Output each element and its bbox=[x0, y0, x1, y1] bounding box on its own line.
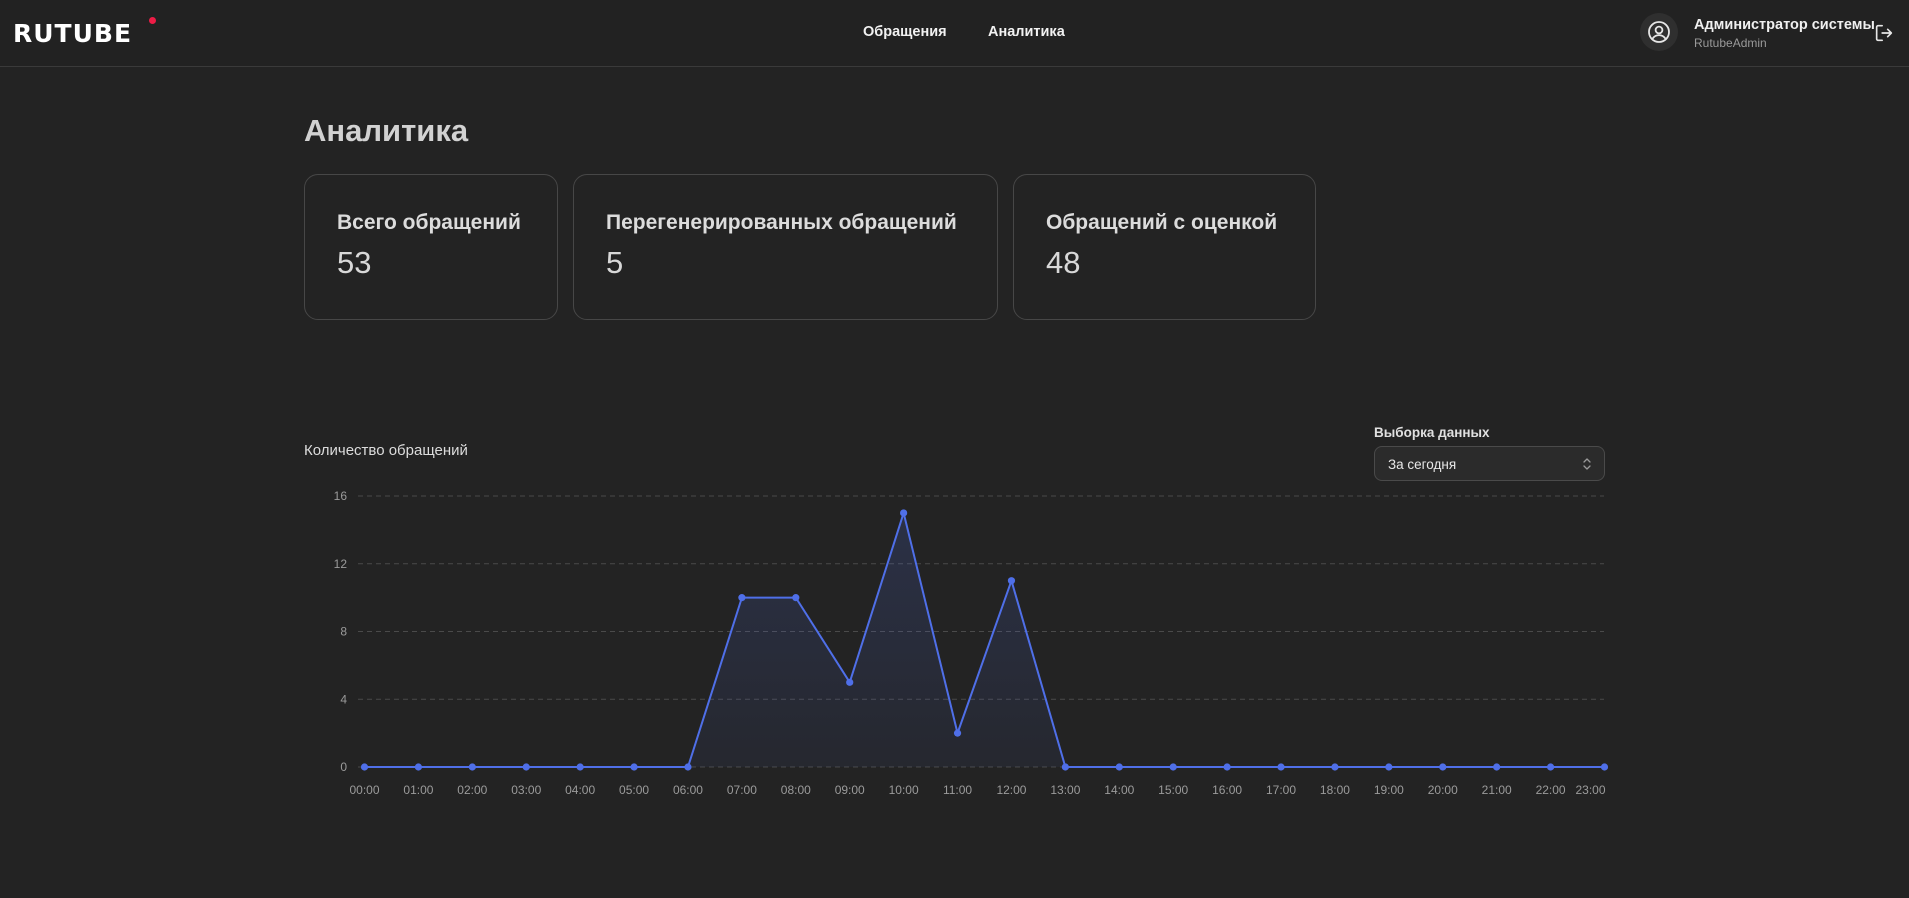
x-tick-label: 00:00 bbox=[349, 783, 379, 797]
data-point[interactable] bbox=[1439, 763, 1447, 771]
x-tick-label: 08:00 bbox=[781, 783, 811, 797]
y-tick-label: 4 bbox=[340, 692, 347, 706]
y-tick-label: 8 bbox=[340, 625, 347, 639]
x-tick-label: 05:00 bbox=[619, 783, 649, 797]
requests-area-chart: 0 4 8 12 16 00:00 01:00 02:00 03:00 04:00 05:00 06… bbox=[334, 489, 1609, 797]
data-point[interactable] bbox=[953, 729, 962, 737]
y-tick-label: 0 bbox=[340, 760, 347, 774]
y-tick-label: 16 bbox=[334, 489, 348, 503]
data-point[interactable] bbox=[1169, 763, 1177, 771]
x-tick-label: 09:00 bbox=[835, 783, 865, 797]
data-point[interactable] bbox=[1277, 763, 1285, 771]
x-tick-label: 01:00 bbox=[403, 783, 433, 797]
data-point[interactable] bbox=[1600, 763, 1609, 771]
x-tick-label: 23:00 bbox=[1575, 783, 1605, 797]
data-point[interactable] bbox=[1115, 763, 1123, 771]
data-point[interactable] bbox=[360, 763, 369, 771]
data-point[interactable] bbox=[1007, 577, 1016, 585]
x-tick-label: 10:00 bbox=[889, 783, 919, 797]
x-tick-label: 06:00 bbox=[673, 783, 703, 797]
x-tick-label: 17:00 bbox=[1266, 783, 1296, 797]
data-point[interactable] bbox=[522, 763, 530, 771]
data-point[interactable] bbox=[1493, 763, 1501, 771]
data-point[interactable] bbox=[1061, 763, 1069, 771]
x-tick-label: 11:00 bbox=[943, 783, 972, 797]
x-tick-label: 18:00 bbox=[1320, 783, 1350, 797]
series-area bbox=[364, 512, 1605, 767]
x-tick-label: 03:00 bbox=[511, 783, 541, 797]
x-tick-label: 15:00 bbox=[1158, 783, 1188, 797]
x-tick-label: 07:00 bbox=[727, 783, 757, 797]
data-point[interactable] bbox=[576, 763, 584, 771]
data-point[interactable] bbox=[1546, 763, 1555, 771]
data-point[interactable] bbox=[900, 509, 908, 517]
x-tick-label: 13:00 bbox=[1050, 783, 1080, 797]
x-tick-label: 20:00 bbox=[1428, 783, 1458, 797]
data-point[interactable] bbox=[738, 594, 746, 602]
data-point[interactable] bbox=[630, 763, 638, 771]
data-point[interactable] bbox=[684, 763, 692, 771]
x-tick-label: 22:00 bbox=[1536, 783, 1566, 797]
x-tick-label: 19:00 bbox=[1374, 783, 1404, 797]
data-point[interactable] bbox=[846, 678, 854, 686]
data-point[interactable] bbox=[414, 763, 423, 771]
data-point[interactable] bbox=[792, 594, 800, 602]
data-point[interactable] bbox=[468, 763, 476, 771]
x-tick-label: 16:00 bbox=[1212, 783, 1242, 797]
x-tick-label: 21:00 bbox=[1482, 783, 1512, 797]
data-point[interactable] bbox=[1331, 763, 1339, 771]
data-point[interactable] bbox=[1223, 763, 1231, 771]
data-point[interactable] bbox=[1385, 763, 1393, 771]
x-tick-label: 12:00 bbox=[996, 783, 1026, 797]
y-tick-label: 12 bbox=[334, 557, 348, 571]
x-tick-label: 02:00 bbox=[457, 783, 487, 797]
x-tick-label: 04:00 bbox=[565, 783, 595, 797]
x-tick-label: 14:00 bbox=[1104, 783, 1134, 797]
